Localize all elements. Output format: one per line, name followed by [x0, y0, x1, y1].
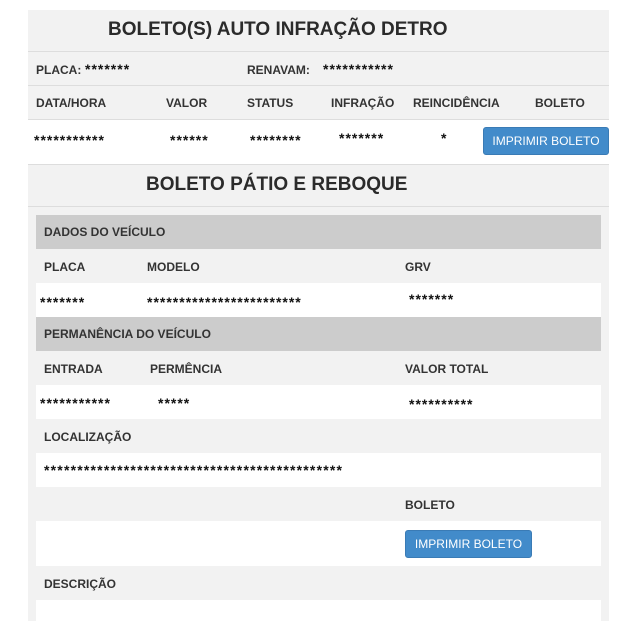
header-data-hora: DATA/HORA: [36, 96, 107, 110]
cell-placa: *******: [40, 294, 86, 310]
dados-veiculo-title: DADOS DO VEÍCULO: [44, 225, 166, 239]
header-modelo: MODELO: [147, 260, 200, 274]
header-valor-total: VALOR TOTAL: [405, 362, 489, 376]
cell-status: ********: [250, 132, 302, 148]
header-infracao: INFRAÇÃO: [331, 96, 395, 110]
divider: [28, 119, 609, 120]
patio-title: BOLETO PÁTIO E REBOQUE: [146, 174, 408, 195]
divider: [28, 164, 609, 165]
cell-valor-total: **********: [409, 396, 474, 412]
header-entrada: ENTRADA: [44, 362, 103, 376]
placa-label: PLACA:: [36, 63, 82, 77]
cell-entrada: ***********: [40, 395, 111, 411]
boleto-sheet: BOLETO(S) AUTO INFRAÇÃO DETRO PLACA: ***…: [28, 10, 609, 621]
header-grv: GRV: [405, 260, 431, 274]
cell-valor: ******: [170, 132, 209, 148]
boleto-label: BOLETO: [405, 498, 455, 512]
divider: [28, 85, 609, 86]
permanencia-row: [36, 385, 601, 419]
header-placa: PLACA: [44, 260, 86, 274]
divider: [28, 51, 609, 52]
imprimir-boleto-patio-button[interactable]: IMPRIMIR BOLETO: [405, 530, 532, 558]
cell-data-hora: ***********: [34, 132, 105, 148]
header-valor: VALOR: [166, 96, 208, 110]
renavam-value: ***********: [323, 61, 394, 77]
descricao-row: [36, 600, 601, 621]
cell-reincidencia: *: [441, 130, 448, 146]
localizacao-label: LOCALIZAÇÃO: [44, 430, 132, 444]
header-reincidencia: REINCIDÊNCIA: [413, 96, 500, 110]
cell-modelo: ************************: [147, 294, 302, 310]
dados-veiculo-row: [36, 283, 601, 317]
localizacao-value: ****************************************…: [44, 462, 344, 478]
imprimir-boleto-infracao-button[interactable]: IMPRIMIR BOLETO: [483, 127, 609, 155]
cell-infracao: *******: [339, 130, 385, 146]
header-boleto: BOLETO: [535, 96, 585, 110]
cell-permanencia: *****: [158, 395, 191, 411]
infracao-title: BOLETO(S) AUTO INFRAÇÃO DETRO: [108, 19, 448, 40]
renavam-label: RENAVAM:: [247, 63, 310, 77]
cell-grv: *******: [409, 291, 455, 307]
header-permanencia: PERMÊNCIA: [150, 362, 223, 376]
header-status: STATUS: [247, 96, 294, 110]
divider: [28, 206, 609, 207]
placa-value: *******: [85, 61, 131, 77]
permanencia-title: PERMANÊNCIA DO VEÍCULO: [44, 327, 211, 341]
descricao-label: DESCRIÇÃO: [44, 577, 117, 591]
